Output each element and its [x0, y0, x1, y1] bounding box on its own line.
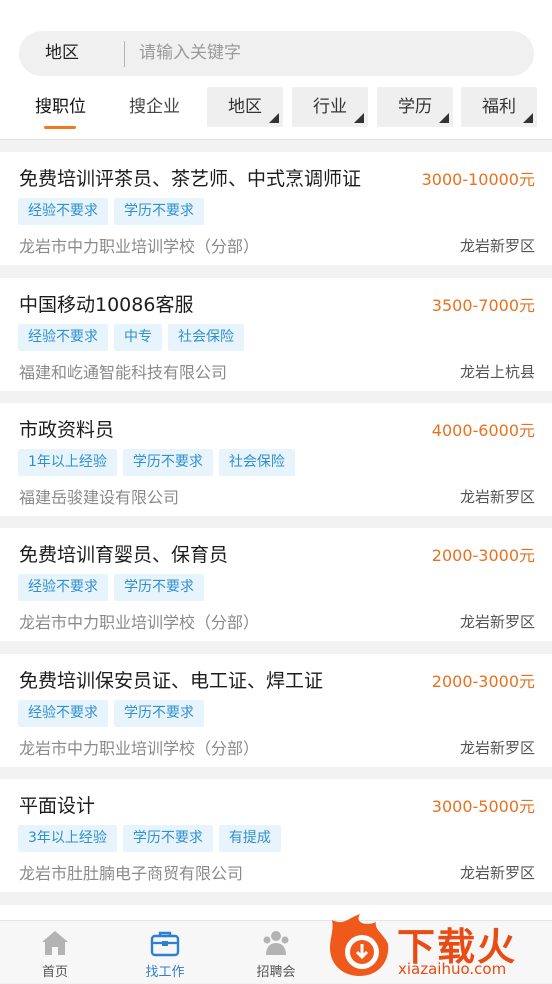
dropdown-corner-icon	[269, 113, 279, 123]
job-tag: 学历不要求	[114, 574, 204, 601]
nav-find-job[interactable]: 找工作	[125, 921, 205, 984]
job-tags: 3年以上经验 学历不要求 有提成	[18, 825, 281, 852]
job-tag: 1年以上经验	[18, 449, 117, 476]
job-title: 中国移动10086客服	[19, 294, 194, 316]
nav-home-label: 首页	[41, 965, 68, 980]
filter-education[interactable]: 学历	[377, 87, 453, 127]
filter-education-label: 学历	[398, 97, 432, 117]
dropdown-corner-icon	[354, 113, 364, 123]
job-title: 免费培训育婴员、保育员	[19, 544, 229, 566]
watermark-logo: 下载火 xiazaihuo.com	[320, 908, 552, 983]
home-icon	[42, 931, 68, 955]
header: 地区 请输入关键字 搜职位 搜企业 地区 行业 学历 福利	[0, 0, 552, 140]
job-title: 市政资料员	[19, 419, 115, 441]
job-salary: 2000-3000元	[431, 546, 535, 565]
briefcase-icon	[150, 931, 180, 957]
job-tags: 经验不要求 学历不要求	[18, 700, 204, 727]
job-card[interactable]: 市政资料员 4000-6000元 1年以上经验 学历不要求 社会保险 福建岳骏建…	[0, 403, 552, 516]
tab-search-companies[interactable]: 搜企业	[129, 90, 180, 124]
nav-find-job-label: 找工作	[145, 965, 185, 980]
job-tag: 学历不要求	[122, 449, 213, 476]
filter-region-label: 地区	[228, 97, 262, 117]
job-salary: 3000-10000元	[421, 170, 535, 189]
job-card[interactable]: 免费培训评茶员、茶艺师、中式烹调师证 3000-10000元 经验不要求 学历不…	[0, 152, 552, 265]
dropdown-corner-icon	[439, 113, 449, 123]
job-tag: 中专	[114, 324, 162, 351]
job-location: 龙岩新罗区	[459, 739, 535, 757]
job-company: 龙岩市中力职业培训学校（分部）	[19, 613, 260, 632]
nav-job-fair-label: 招聘会	[256, 965, 296, 980]
active-tab-indicator	[44, 126, 76, 129]
search-divider	[124, 41, 125, 67]
search-region-selector[interactable]: 地区	[45, 31, 79, 76]
job-company: 福建岳骏建设有限公司	[19, 488, 180, 507]
job-salary: 3000-5000元	[431, 797, 535, 816]
job-tags: 经验不要求 学历不要求	[18, 198, 204, 225]
job-location: 龙岩新罗区	[459, 864, 535, 882]
job-salary: 4000-6000元	[431, 421, 535, 440]
header-divider	[0, 139, 552, 140]
job-company: 龙岩市中力职业培训学校（分部）	[19, 237, 260, 256]
filter-industry-label: 行业	[313, 97, 347, 117]
job-tag: 社会保险	[218, 449, 295, 476]
job-title: 免费培训保安员证、电工证、焊工证	[19, 670, 324, 692]
nav-job-fair[interactable]: 招聘会	[236, 921, 316, 984]
job-tags: 经验不要求 学历不要求	[18, 574, 204, 601]
job-tag: 3年以上经验	[18, 825, 117, 852]
job-card[interactable]: 免费培训保安员证、电工证、焊工证 2000-3000元 经验不要求 学历不要求 …	[0, 654, 552, 767]
job-tag: 学历不要求	[114, 700, 204, 727]
job-tag: 经验不要求	[18, 198, 108, 225]
job-company: 龙岩市肚肚腩电子商贸有限公司	[19, 864, 244, 883]
flame-logo-icon	[330, 914, 389, 976]
job-salary: 2000-3000元	[431, 672, 535, 691]
job-tag: 经验不要求	[18, 700, 108, 727]
job-card[interactable]: 中国移动10086客服 3500-7000元 经验不要求 中专 社会保险 福建和…	[0, 278, 552, 391]
search-bar[interactable]: 地区 请输入关键字	[19, 31, 534, 76]
search-input[interactable]: 请输入关键字	[139, 31, 241, 76]
filter-benefits[interactable]: 福利	[461, 87, 537, 127]
nav-home[interactable]: 首页	[15, 921, 95, 984]
job-tag: 学历不要求	[114, 198, 204, 225]
job-title: 平面设计	[19, 795, 96, 817]
job-tags: 1年以上经验 学历不要求 社会保险	[18, 449, 295, 476]
job-salary: 3500-7000元	[431, 296, 535, 315]
job-location: 龙岩新罗区	[459, 237, 535, 255]
job-location: 龙岩新罗区	[459, 613, 535, 631]
job-tag: 经验不要求	[18, 324, 108, 351]
job-card[interactable]: 平面设计 3000-5000元 3年以上经验 学历不要求 有提成 龙岩市肚肚腩电…	[0, 779, 552, 892]
dropdown-corner-icon	[523, 113, 533, 123]
tab-search-jobs[interactable]: 搜职位	[35, 90, 86, 124]
job-location: 龙岩新罗区	[459, 488, 535, 506]
job-card[interactable]: 免费培训育婴员、保育员 2000-3000元 经验不要求 学历不要求 龙岩市中力…	[0, 528, 552, 641]
job-tag: 学历不要求	[122, 825, 213, 852]
job-fair-icon	[263, 931, 289, 955]
job-title: 免费培训评茶员、茶艺师、中式烹调师证	[19, 168, 362, 190]
job-location: 龙岩上杭县	[459, 363, 535, 381]
filter-industry[interactable]: 行业	[292, 87, 368, 127]
job-tag: 有提成	[218, 825, 281, 852]
job-company: 龙岩市中力职业培训学校（分部）	[19, 739, 260, 758]
filter-region[interactable]: 地区	[207, 87, 283, 127]
filter-benefits-label: 福利	[482, 97, 516, 117]
job-company: 福建和屹通智能科技有限公司	[19, 363, 228, 382]
watermark-url: xiazaihuo.com	[398, 960, 507, 978]
job-tag: 经验不要求	[18, 574, 108, 601]
job-tags: 经验不要求 中专 社会保险	[18, 324, 244, 351]
job-tag: 社会保险	[168, 324, 244, 351]
